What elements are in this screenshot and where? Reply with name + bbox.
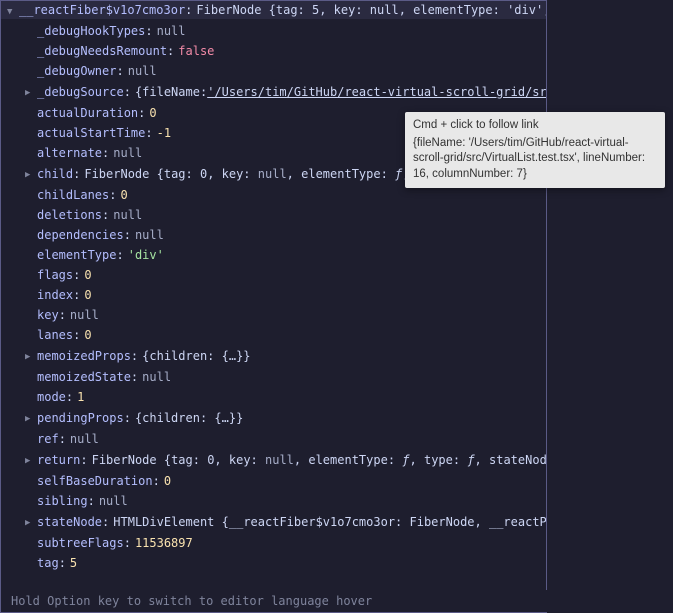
object-header-key: __reactFiber$v1o7cmo3or bbox=[19, 3, 185, 17]
property-row: treeBaseDuration:0 bbox=[1, 573, 546, 576]
property-row: lanes:0 bbox=[1, 325, 546, 345]
chevron-right-icon[interactable] bbox=[25, 512, 37, 532]
property-row[interactable]: stateNode:HTMLDivElement {__reactFiber$v… bbox=[1, 511, 546, 533]
property-row: _debugHookTypes:null bbox=[1, 21, 546, 41]
status-text: Hold Option key to switch to editor lang… bbox=[11, 594, 372, 608]
property-key: selfBaseDuration bbox=[37, 472, 153, 490]
link-tooltip: Cmd + click to follow link {fileName: '/… bbox=[405, 112, 665, 188]
property-row: dependencies:null bbox=[1, 225, 546, 245]
property-row: _debugOwner:null bbox=[1, 61, 546, 81]
property-key: flags bbox=[37, 266, 73, 284]
property-key: childLanes bbox=[37, 186, 109, 204]
property-key: memoizedProps bbox=[37, 347, 131, 365]
property-key: elementType bbox=[37, 246, 116, 264]
object-header-row[interactable]: __reactFiber$v1o7cmo3or: FiberNode {tag:… bbox=[1, 1, 546, 19]
source-file-link[interactable]: '/Users/tim/GitHub/react-virtual-scroll-… bbox=[207, 83, 546, 101]
console-content: __reactFiber$v1o7cmo3or: FiberNode {tag:… bbox=[1, 1, 546, 576]
property-key: stateNode bbox=[37, 513, 102, 531]
property-row[interactable]: memoizedProps:{children: {…}} bbox=[1, 345, 546, 367]
property-value: null bbox=[70, 306, 99, 324]
property-value: null bbox=[70, 430, 99, 448]
property-value: 11536897 bbox=[135, 534, 193, 552]
chevron-right-icon[interactable] bbox=[25, 408, 37, 428]
property-key: pendingProps bbox=[37, 409, 124, 427]
property-key: _debugHookTypes bbox=[37, 22, 145, 40]
property-row: memoizedState:null bbox=[1, 367, 546, 387]
property-key: subtreeFlags bbox=[37, 534, 124, 552]
property-row[interactable]: _debugSource:{fileName: '/Users/tim/GitH… bbox=[1, 81, 546, 103]
property-key: alternate bbox=[37, 144, 102, 162]
chevron-down-icon[interactable] bbox=[7, 3, 19, 17]
property-value: {children: {…}} bbox=[135, 409, 243, 427]
property-value: null bbox=[99, 492, 128, 510]
property-value: null bbox=[135, 226, 164, 244]
tooltip-title: Cmd + click to follow link bbox=[413, 118, 657, 134]
tooltip-body: {fileName: '/Users/tim/GitHub/react-virt… bbox=[413, 136, 657, 183]
property-row: subtreeFlags:11536897 bbox=[1, 533, 546, 553]
console-panel: __reactFiber$v1o7cmo3or: FiberNode {tag:… bbox=[0, 0, 547, 613]
property-row: key:null bbox=[1, 305, 546, 325]
chevron-right-icon[interactable] bbox=[25, 82, 37, 102]
property-value: {children: {…}} bbox=[142, 347, 250, 365]
property-row: deletions:null bbox=[1, 205, 546, 225]
property-value: FiberNode {tag: 0, key: null, elementTyp… bbox=[84, 165, 438, 183]
property-key: dependencies bbox=[37, 226, 124, 244]
property-key: treeBaseDuration bbox=[37, 574, 153, 576]
property-row[interactable]: return:FiberNode {tag: 0, key: null, ele… bbox=[1, 449, 546, 471]
property-key: sibling bbox=[37, 492, 88, 510]
property-key: mode bbox=[37, 388, 66, 406]
property-value: null bbox=[113, 206, 142, 224]
property-key: deletions bbox=[37, 206, 102, 224]
property-value: null bbox=[157, 22, 186, 40]
property-key: index bbox=[37, 286, 73, 304]
property-key: tag bbox=[37, 554, 59, 572]
property-list: _debugHookTypes:null_debugNeedsRemount:f… bbox=[1, 19, 546, 576]
property-key: _debugOwner bbox=[37, 62, 116, 80]
property-value: 0 bbox=[84, 266, 91, 284]
property-value: null bbox=[128, 62, 157, 80]
property-key: return bbox=[37, 451, 80, 469]
property-row: index:0 bbox=[1, 285, 546, 305]
property-key: _debugSource bbox=[37, 83, 124, 101]
property-value-prefix: {fileName: bbox=[135, 83, 207, 101]
property-key: actualStartTime bbox=[37, 124, 145, 142]
property-value: 0 bbox=[149, 104, 156, 122]
property-value: 'div' bbox=[128, 246, 164, 264]
property-row: tag:5 bbox=[1, 553, 546, 573]
property-value: false bbox=[178, 42, 214, 60]
property-value: 0 bbox=[164, 472, 171, 490]
property-row: ref:null bbox=[1, 429, 546, 449]
property-row: elementType:'div' bbox=[1, 245, 546, 265]
property-key: memoizedState bbox=[37, 368, 131, 386]
property-value: 1 bbox=[77, 388, 84, 406]
property-row: selfBaseDuration:0 bbox=[1, 471, 546, 491]
property-key: _debugNeedsRemount bbox=[37, 42, 167, 60]
status-bar: Hold Option key to switch to editor lang… bbox=[1, 590, 548, 612]
property-row: mode:1 bbox=[1, 387, 546, 407]
property-value: null bbox=[113, 144, 142, 162]
property-key: actualDuration bbox=[37, 104, 138, 122]
property-value: 0 bbox=[164, 574, 171, 576]
property-key: ref bbox=[37, 430, 59, 448]
property-row: flags:0 bbox=[1, 265, 546, 285]
property-value: FiberNode {tag: 0, key: null, elementTyp… bbox=[92, 451, 546, 469]
object-header-preview: FiberNode {tag: 5, key: null, elementTyp… bbox=[196, 3, 546, 17]
property-row[interactable]: pendingProps:{children: {…}} bbox=[1, 407, 546, 429]
property-value: 5 bbox=[70, 554, 77, 572]
chevron-right-icon[interactable] bbox=[25, 164, 37, 184]
chevron-right-icon[interactable] bbox=[25, 450, 37, 470]
property-row: sibling:null bbox=[1, 491, 546, 511]
property-key: key bbox=[37, 306, 59, 324]
property-value: -1 bbox=[157, 124, 171, 142]
chevron-right-icon[interactable] bbox=[25, 346, 37, 366]
property-key: lanes bbox=[37, 326, 73, 344]
property-value: null bbox=[142, 368, 171, 386]
property-value: 0 bbox=[120, 186, 127, 204]
property-value: 0 bbox=[84, 286, 91, 304]
property-value: HTMLDivElement {__reactFiber$v1o7cmo3or:… bbox=[113, 513, 546, 531]
property-key: child bbox=[37, 165, 73, 183]
property-row: _debugNeedsRemount:false bbox=[1, 41, 546, 61]
property-value: 0 bbox=[84, 326, 91, 344]
